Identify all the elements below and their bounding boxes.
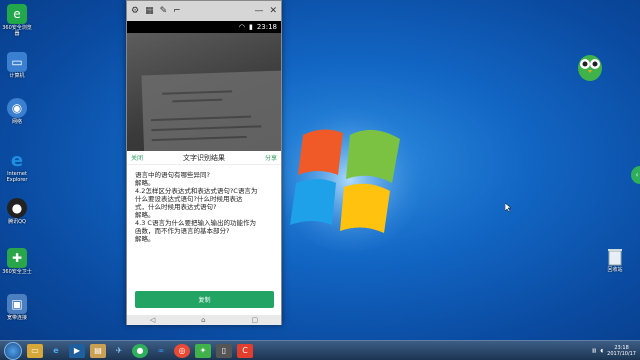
camera-preview: [127, 33, 281, 153]
taskbar: ▭ e ▶ ▤ ✈ ● ∞ ◎ ✦ ▯ C ▥ ◖ 23:18 2017/10/…: [0, 340, 640, 360]
desktop-icon-label: 宽带连接: [6, 315, 27, 321]
network-tray-icon[interactable]: ▥: [592, 348, 597, 354]
text-line: 式，什么时候用表达式语句?: [135, 203, 217, 211]
recognized-text[interactable]: 语言中的语句有哪些异同? 解略。 4.2怎样区分表达式和表达式语句?C语言为 什…: [127, 165, 281, 243]
red-app-icon[interactable]: C: [237, 343, 253, 358]
text-line: 函数，而不作为语言的基本部分?: [135, 227, 230, 235]
system-tray: ▥ ◖ 23:18 2017/10/17: [592, 341, 636, 360]
ie-taskbar-icon[interactable]: e: [48, 344, 64, 358]
text-line: 什么要设表达式语句?什么时候用表达: [135, 195, 243, 203]
desktop-icon-label: 腾讯QQ: [8, 219, 26, 225]
text-line: 4.3 C语言为什么要把输入输出的功能作为: [135, 219, 256, 227]
wifi-icon: ◠: [238, 23, 245, 31]
shield-360-icon: ✚: [7, 248, 27, 268]
chrome-icon[interactable]: ◎: [174, 343, 190, 358]
mouse-cursor-icon: [505, 203, 511, 212]
recycle-bin[interactable]: 回收站: [600, 248, 630, 273]
puzzle-icon[interactable]: ✦: [195, 343, 211, 358]
desktop-icon-360-browser[interactable]: e 360安全浏览器: [2, 4, 32, 37]
browser-360-icon: e: [7, 4, 27, 24]
clock-date: 2017/10/17: [607, 351, 636, 357]
desktop-icon-label: Internet Explorer: [6, 171, 28, 183]
network-icon: ◉: [7, 98, 27, 118]
share-button[interactable]: 分享: [265, 153, 277, 162]
windows-logo: [278, 108, 422, 252]
phone-status-bar: ◠ ▮ 23:18: [127, 21, 281, 33]
desktop-icon-ie[interactable]: e Internet Explorer: [2, 149, 32, 184]
desktop-icon-label: 360安全卫士: [2, 269, 32, 275]
grid-icon[interactable]: ▦: [145, 6, 154, 16]
desktop-icon-360-safe[interactable]: ✚ 360安全卫士: [2, 248, 32, 275]
desktop-icon-qq[interactable]: ● 腾讯QQ: [2, 198, 32, 225]
desktop-icon-computer[interactable]: ▭ 计算机: [2, 52, 32, 79]
volume-icon[interactable]: ◖: [601, 348, 604, 354]
close-button[interactable]: 关闭: [131, 153, 143, 162]
qq-icon: ●: [7, 198, 27, 218]
desktop-icon-label: 360安全浏览器: [2, 25, 32, 37]
copy-button[interactable]: 复制: [135, 291, 274, 308]
phone-app-icon[interactable]: ▯: [216, 343, 232, 358]
battery-icon: ▮: [248, 23, 253, 31]
desktop-icon-label: 计算机: [9, 73, 25, 79]
recents-icon[interactable]: ▢: [251, 316, 258, 324]
owl-widget-icon[interactable]: [575, 50, 605, 82]
phone-toolbar: ⚙ ▦ ✎ ⌐ — ✕: [127, 1, 281, 21]
recycle-bin-icon: [608, 249, 622, 266]
home-icon[interactable]: ⌂: [201, 316, 205, 324]
file-explorer-icon[interactable]: ▭: [27, 343, 43, 358]
start-button[interactable]: [4, 341, 22, 360]
phone-screen: ◠ ▮ 23:18 关闭 文字识别结果 分享 语言中的语句有哪些异同? 解略。: [127, 21, 281, 325]
back-icon[interactable]: ◁: [150, 316, 155, 324]
ie-icon: e: [10, 149, 24, 171]
broadband-icon: ▣: [7, 294, 27, 314]
recycle-bin-label: 回收站: [607, 267, 623, 273]
desktop-icon-label: 网络: [11, 119, 22, 125]
result-title: 文字识别结果: [183, 153, 225, 162]
text-line: 解略。: [135, 179, 155, 187]
result-header: 关闭 文字识别结果 分享: [127, 151, 281, 165]
folder-icon[interactable]: ▤: [90, 343, 106, 358]
chevron-left-icon: ‹: [635, 171, 639, 179]
text-line: 解略。: [135, 235, 155, 243]
side-tab-handle[interactable]: ‹: [631, 166, 640, 184]
phone-emulator-window: ⚙ ▦ ✎ ⌐ — ✕ ◠ ▮ 23:18 关闭 文字识别结果 分享 语言中的语…: [126, 0, 282, 325]
minimize-icon[interactable]: —: [254, 6, 263, 16]
crop-icon[interactable]: ⌐: [173, 6, 181, 16]
status-time: 23:18: [256, 23, 277, 31]
desktop-icon-network[interactable]: ◉ 网络: [2, 98, 32, 125]
text-line: 语言中的语句有哪些异同?: [135, 171, 210, 179]
desktop-icon-broadband[interactable]: ▣ 宽带连接: [2, 294, 32, 321]
baidu-icon[interactable]: ∞: [153, 344, 169, 358]
media-player-icon[interactable]: ▶: [69, 343, 85, 358]
green-app-icon[interactable]: ●: [132, 343, 148, 358]
settings-icon[interactable]: ⚙: [131, 6, 139, 16]
plane-icon[interactable]: ✈: [111, 344, 127, 358]
text-line: 解略。: [135, 211, 155, 219]
computer-icon: ▭: [7, 52, 27, 72]
document-photo: [141, 70, 281, 153]
ocr-result-panel: 关闭 文字识别结果 分享 语言中的语句有哪些异同? 解略。 4.2怎样区分表达式…: [127, 151, 281, 316]
text-line: 4.2怎样区分表达式和表达式语句?C语言为: [135, 187, 258, 195]
close-icon[interactable]: ✕: [269, 6, 277, 16]
clock[interactable]: 23:18 2017/10/17: [607, 345, 636, 357]
pen-icon[interactable]: ✎: [160, 6, 168, 16]
phone-nav-bar: ◁ ⌂ ▢: [127, 315, 281, 325]
